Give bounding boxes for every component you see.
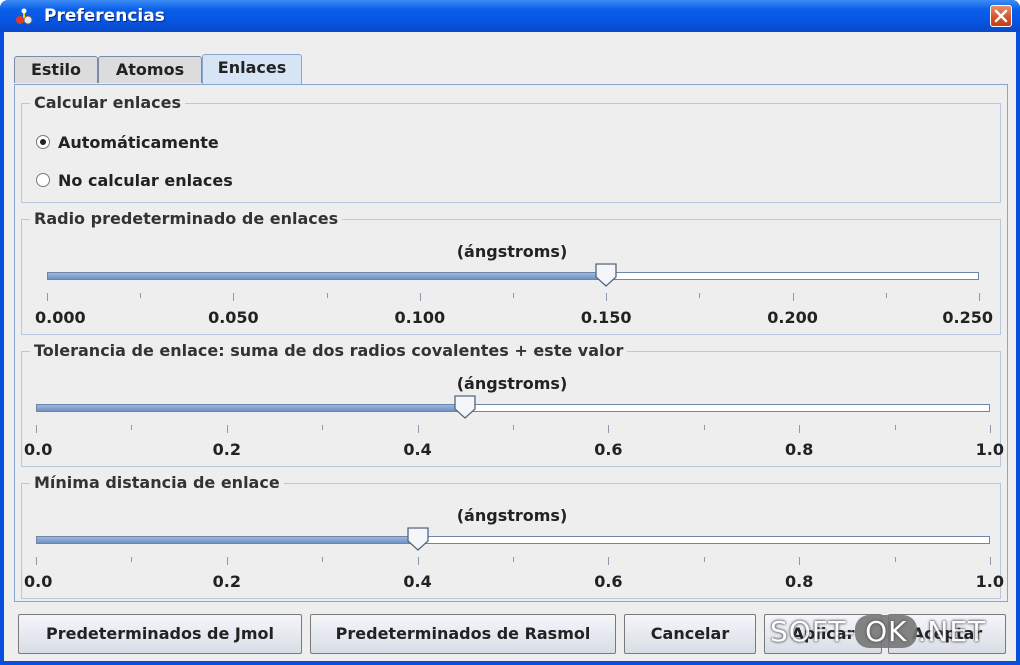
title-bar[interactable]: Preferencias [0, 0, 1020, 32]
minor-tick [704, 557, 705, 562]
tick-label: 0.0 [24, 572, 53, 591]
tab-enlaces[interactable]: Enlaces [202, 54, 302, 84]
preferences-window: Preferencias Estilo Atomos Enlaces Calcu… [0, 0, 1020, 665]
tolerance-group-thumb[interactable] [454, 395, 476, 419]
close-icon [994, 9, 1008, 23]
major-tick [608, 425, 609, 433]
min-distance-legend: Mínima distancia de enlace [30, 473, 284, 492]
minor-tick [131, 425, 132, 430]
radius-group-fill [48, 273, 606, 279]
min-distance-group-fill [37, 537, 418, 543]
tick-label: 1.0 [975, 572, 1004, 591]
tab-atomos[interactable]: Atomos [98, 56, 202, 83]
bond-tolerance-legend: Tolerancia de enlace: suma de dos radios… [30, 341, 628, 360]
watermark-suffix: .NET [917, 615, 987, 648]
tolerance-group-track[interactable] [36, 404, 990, 412]
major-tick [608, 557, 609, 565]
minor-tick [895, 425, 896, 430]
calc-bonds-group: Calcular enlaces Automáticamente No calc… [21, 93, 1001, 203]
cancel-button[interactable]: Cancelar [624, 614, 756, 654]
radio-no-calculate-indicator[interactable] [36, 173, 50, 187]
min-distance-group-track[interactable] [36, 536, 990, 544]
major-tick [799, 425, 800, 433]
major-tick [990, 557, 991, 565]
minor-tick [322, 557, 323, 562]
bond-radius-group: Radio predeterminado de enlaces (ángstro… [21, 209, 1001, 335]
minor-tick [513, 293, 514, 298]
major-tick [233, 293, 234, 301]
minor-tick [322, 425, 323, 430]
tick-label: 0.200 [767, 308, 818, 327]
major-tick [418, 557, 419, 565]
radio-no-calculate-label: No calcular enlaces [58, 170, 233, 190]
tick-label: 0.000 [35, 308, 86, 327]
tick-label: 0.100 [394, 308, 446, 327]
enlaces-panel: Calcular enlaces Automáticamente No calc… [14, 84, 1008, 602]
jmol-app-icon [16, 8, 33, 25]
major-tick [606, 293, 607, 301]
radio-automatic-label: Automáticamente [58, 132, 219, 152]
major-tick [990, 425, 991, 433]
min-distance-group-thumb[interactable] [406, 527, 429, 551]
radio-automatic[interactable]: Automáticamente [36, 131, 219, 153]
tick-label: 0.150 [580, 308, 632, 327]
tick-label: 0.0 [24, 440, 53, 459]
minor-tick [704, 425, 705, 430]
jmol-defaults-button[interactable]: Predeterminados de Jmol [18, 614, 302, 654]
tab-estilo[interactable]: Estilo [14, 56, 98, 83]
watermark: SOFT- OK .NET [770, 615, 986, 648]
major-tick [36, 425, 37, 433]
tick-label: 0.4 [403, 440, 432, 459]
minor-tick [131, 557, 132, 562]
radius-group-thumb[interactable] [595, 263, 617, 287]
major-tick [47, 293, 48, 301]
major-tick [420, 293, 421, 301]
watermark-ok: OK [855, 615, 918, 648]
major-tick [979, 293, 980, 301]
major-tick [227, 425, 228, 433]
tick-label: 0.2 [212, 440, 241, 459]
bond-radius-legend: Radio predeterminado de enlaces [30, 209, 343, 228]
min-distance-group: Mínima distancia de enlace (ángstroms) 0… [21, 473, 1004, 599]
watermark-prefix: SOFT- [770, 615, 856, 648]
minor-tick [895, 557, 896, 562]
minor-tick [699, 293, 700, 298]
major-tick [799, 557, 800, 565]
tick-label: 0.2 [212, 572, 241, 591]
minor-tick [327, 293, 328, 298]
tick-label: 0.4 [403, 572, 432, 591]
minor-tick [513, 425, 514, 430]
window-title: Preferencias [44, 6, 165, 26]
minor-tick [140, 293, 141, 298]
tick-label: 0.8 [785, 572, 814, 591]
major-tick [227, 557, 228, 565]
tick-label: 0.250 [942, 308, 993, 327]
calc-bonds-legend: Calcular enlaces [30, 93, 186, 112]
min-distance-units: (ángstroms) [456, 506, 568, 525]
major-tick [793, 293, 794, 301]
tick-label: 0.6 [594, 440, 623, 459]
radio-automatic-indicator[interactable] [36, 135, 50, 149]
tick-label: 0.6 [594, 572, 623, 591]
major-tick [418, 425, 419, 433]
minor-tick [513, 557, 514, 562]
radius-group-track[interactable] [47, 272, 979, 280]
radio-no-calculate[interactable]: No calcular enlaces [36, 169, 233, 191]
tick-label: 0.8 [785, 440, 814, 459]
tick-label: 1.0 [975, 440, 1004, 459]
bond-tolerance-group: Tolerancia de enlace: suma de dos radios… [21, 341, 1004, 467]
major-tick [36, 557, 37, 565]
rasmol-defaults-button[interactable]: Predeterminados de Rasmol [310, 614, 616, 654]
minor-tick [886, 293, 887, 298]
close-button[interactable] [990, 5, 1012, 27]
bond-tolerance-units: (ángstroms) [456, 374, 568, 393]
dialog-content: Estilo Atomos Enlaces Calcular enlaces A… [4, 32, 1016, 661]
bond-radius-units: (ángstroms) [456, 242, 568, 261]
tick-label: 0.050 [208, 308, 259, 327]
tolerance-group-fill [37, 405, 465, 411]
